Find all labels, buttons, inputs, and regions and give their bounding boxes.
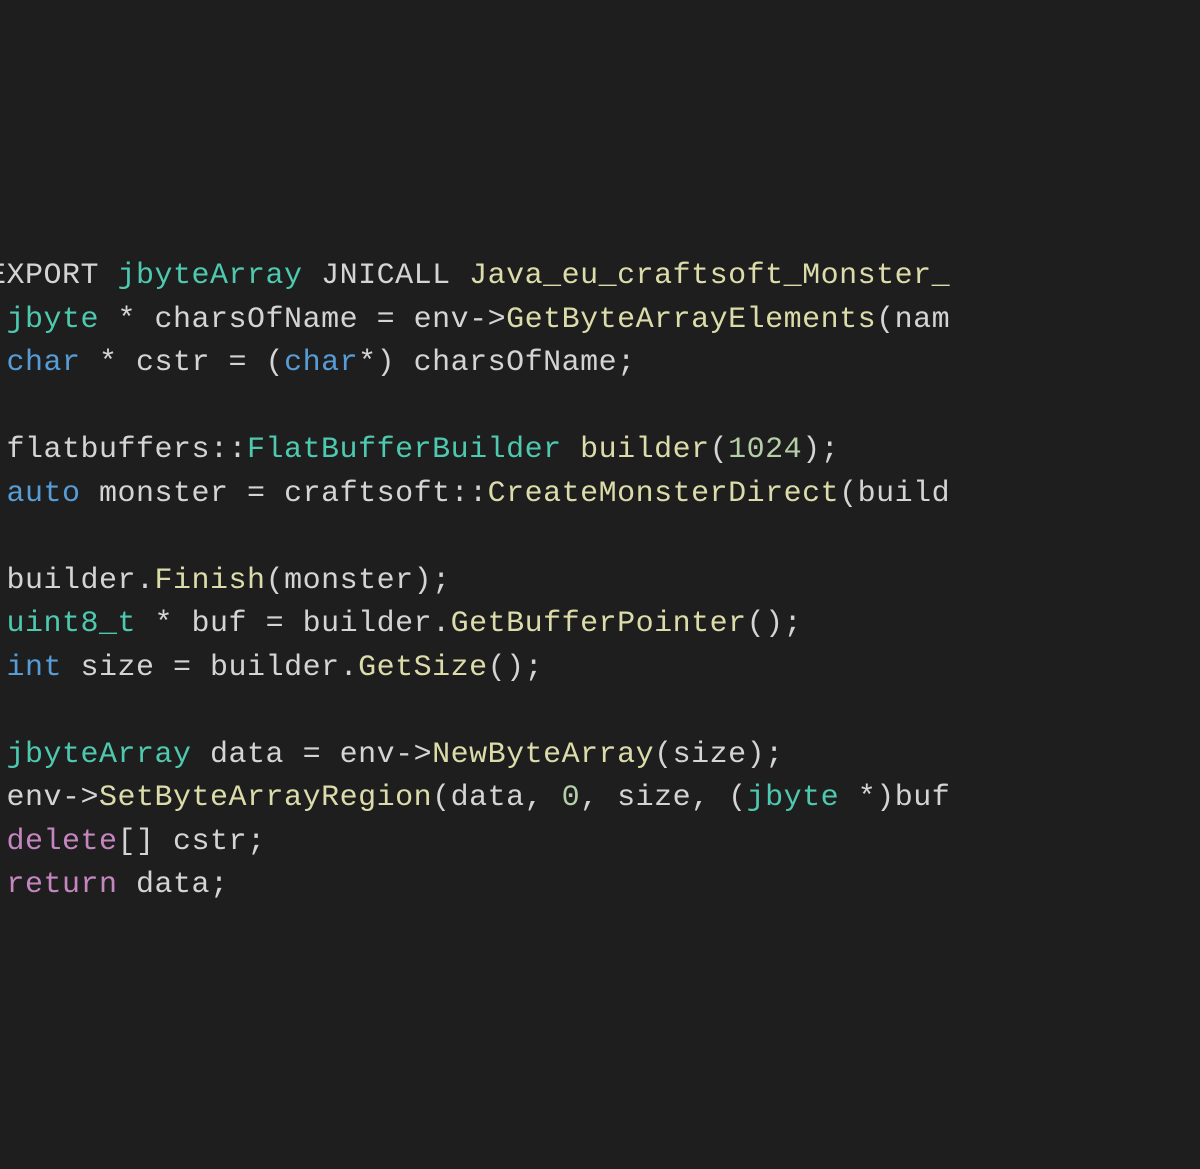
- code-token: , size, (: [580, 781, 747, 815]
- code-line[interactable]: jbyteArray data = env->NewByteArray(size…: [0, 734, 1200, 778]
- code-line[interactable]: jbyte * charsOfName = env->GetByteArrayE…: [0, 299, 1200, 343]
- code-token: jbyte: [747, 781, 840, 815]
- code-line[interactable]: flatbuffers::FlatBufferBuilder builder(1…: [0, 429, 1200, 473]
- code-line[interactable]: env->SetByteArrayRegion(data, 0, size, (…: [0, 777, 1200, 821]
- code-token: 0: [562, 781, 581, 815]
- code-token: *) charsOfName;: [358, 346, 636, 380]
- code-token: Finish: [155, 564, 266, 598]
- code-token: FlatBufferBuilder: [247, 433, 562, 467]
- code-token: uint8_t: [7, 607, 137, 641]
- code-token: SetByteArrayRegion: [99, 781, 432, 815]
- code-token: char: [284, 346, 358, 380]
- code-line[interactable]: EXPORT jbyteArray JNICALL Java_eu_crafts…: [0, 255, 1200, 299]
- code-token: flatbuffers::: [0, 433, 247, 467]
- code-token: size = builder.: [62, 651, 358, 685]
- code-line[interactable]: [0, 516, 1200, 560]
- code-token: [0, 390, 7, 424]
- code-token: env->: [0, 781, 99, 815]
- code-token: ();: [747, 607, 803, 641]
- code-line[interactable]: uint8_t * buf = builder.GetBufferPointer…: [0, 603, 1200, 647]
- code-token: delete: [7, 825, 118, 859]
- code-line[interactable]: auto monster = craftsoft::CreateMonsterD…: [0, 473, 1200, 517]
- code-token: data = env->: [192, 738, 433, 772]
- code-token: * buf = builder.: [136, 607, 451, 641]
- code-token: (nam: [876, 303, 950, 337]
- code-token: );: [802, 433, 839, 467]
- code-token: (build: [839, 477, 950, 511]
- code-token: GetSize: [358, 651, 488, 685]
- code-token: [] cstr;: [118, 825, 266, 859]
- code-token: jbyte: [7, 303, 100, 337]
- code-token: * charsOfName = env->: [99, 303, 506, 337]
- code-line[interactable]: delete[] cstr;: [0, 821, 1200, 865]
- code-token: auto: [7, 477, 81, 511]
- code-token: int: [7, 651, 63, 685]
- code-line[interactable]: [0, 386, 1200, 430]
- code-token: GetByteArrayElements: [506, 303, 876, 337]
- code-token: data;: [118, 868, 229, 902]
- code-token: CreateMonsterDirect: [488, 477, 840, 511]
- code-token: NewByteArray: [432, 738, 654, 772]
- code-line[interactable]: [0, 690, 1200, 734]
- code-token: jbyteArray: [7, 738, 192, 772]
- code-token: JNICALL: [303, 259, 470, 293]
- code-token: builder.: [0, 564, 155, 598]
- code-line[interactable]: builder.Finish(monster);: [0, 560, 1200, 604]
- code-token: *)buf: [839, 781, 950, 815]
- code-token: monster = craftsoft::: [81, 477, 488, 511]
- code-token: return: [7, 868, 118, 902]
- code-token: Java_eu_craftsoft_Monster_: [469, 259, 950, 293]
- code-token: [562, 433, 581, 467]
- code-token: (size);: [654, 738, 784, 772]
- code-editor[interactable]: EXPORT jbyteArray JNICALL Java_eu_crafts…: [0, 168, 1200, 951]
- code-token: [0, 520, 7, 554]
- code-token: builder: [580, 433, 710, 467]
- code-token: 1024: [728, 433, 802, 467]
- code-token: ();: [488, 651, 544, 685]
- code-token: * cstr = (: [81, 346, 285, 380]
- code-token: [0, 694, 7, 728]
- code-token: jbyteArray: [118, 259, 303, 293]
- code-line[interactable]: char * cstr = (char*) charsOfName;: [0, 342, 1200, 386]
- code-token: (: [710, 433, 729, 467]
- code-token: char: [7, 346, 81, 380]
- code-line[interactable]: int size = builder.GetSize();: [0, 647, 1200, 691]
- code-token: EXPORT: [0, 259, 118, 293]
- code-token: (monster);: [266, 564, 451, 598]
- code-line[interactable]: return data;: [0, 864, 1200, 908]
- code-token: (data,: [432, 781, 562, 815]
- code-token: GetBufferPointer: [451, 607, 747, 641]
